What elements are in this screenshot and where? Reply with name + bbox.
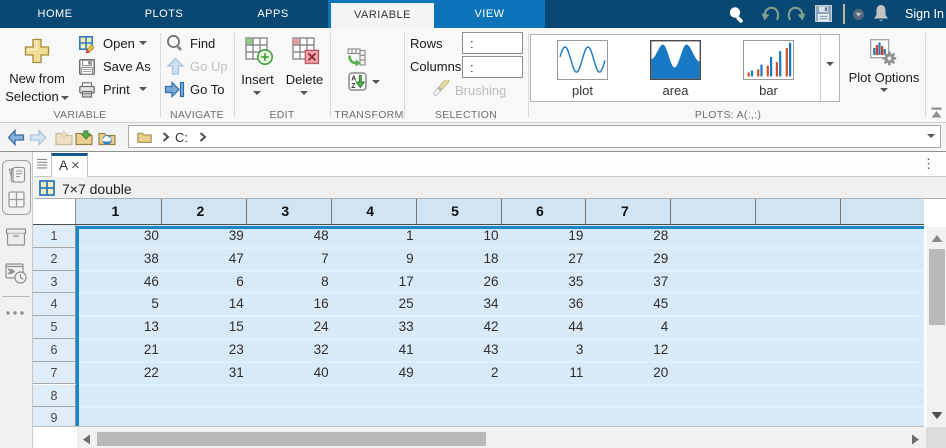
svg-text:Z: Z [351,83,356,90]
